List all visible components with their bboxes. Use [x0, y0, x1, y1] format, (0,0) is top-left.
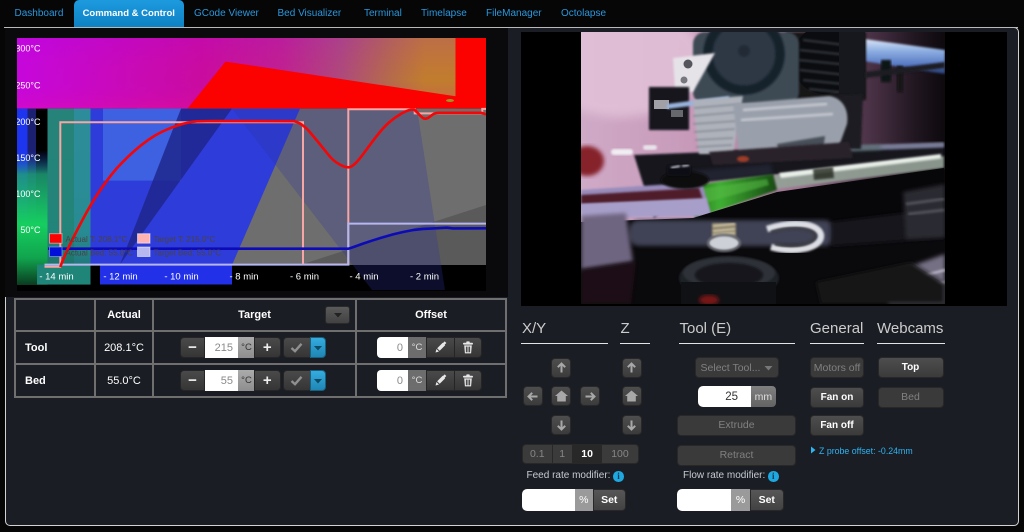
svg-text:50°C: 50°C [20, 225, 41, 235]
svg-text:Actual Bed: 55.0°C: Actual Bed: 55.0°C [65, 248, 133, 257]
svg-text:Actual T: 208.1°C: Actual T: 208.1°C [65, 235, 127, 244]
svg-text:150°C: 150°C [17, 153, 41, 163]
svg-text:300°C: 300°C [17, 43, 41, 53]
svg-text:100°C: 100°C [17, 189, 41, 199]
svg-text:- 4 min: - 4 min [349, 272, 378, 283]
svg-text:- 12 min: - 12 min [103, 272, 137, 283]
svg-text:- 14 min: - 14 min [39, 272, 73, 283]
svg-text:Target Bed: 55.0°C: Target Bed: 55.0°C [153, 248, 221, 257]
svg-text:- 8 min: - 8 min [229, 272, 258, 283]
svg-text:200°C: 200°C [17, 117, 41, 127]
svg-text:- 6 min: - 6 min [289, 272, 318, 283]
svg-text:Target T: 215.0°C: Target T: 215.0°C [153, 235, 215, 244]
svg-text:- 10 min: - 10 min [164, 272, 198, 283]
svg-text:250°C: 250°C [17, 81, 41, 91]
svg-text:- 2 min: - 2 min [409, 272, 438, 283]
